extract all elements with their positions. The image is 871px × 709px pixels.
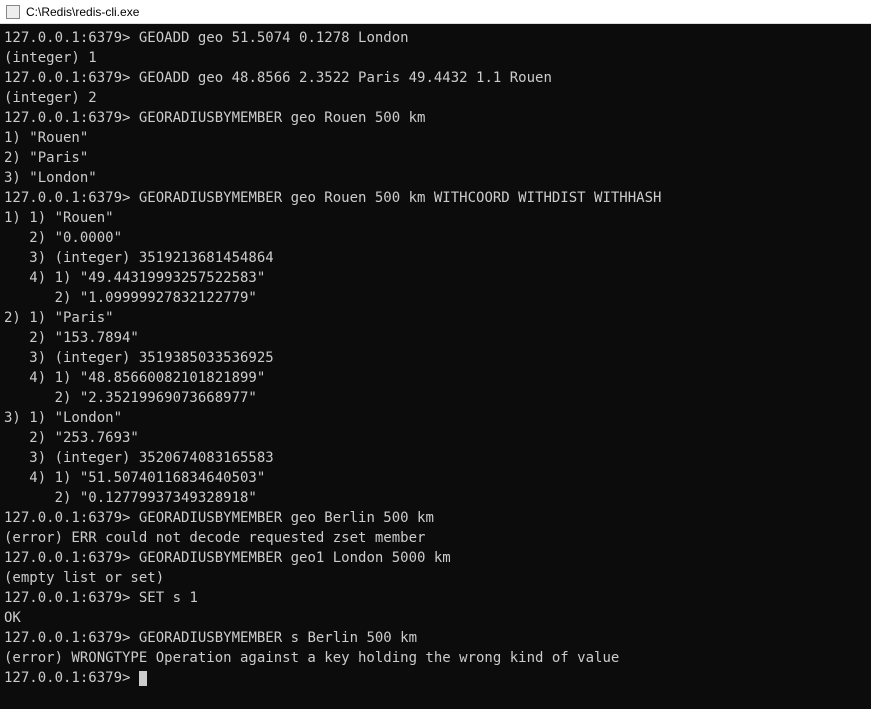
terminal-line: 2) "153.7894" <box>4 328 867 348</box>
prompt: 127.0.0.1:6379> <box>4 590 130 606</box>
terminal-line: 2) "Paris" <box>4 148 867 168</box>
command-text: GEORADIUSBYMEMBER geo Rouen 500 km WITHC… <box>130 190 661 206</box>
terminal-line: 2) "1.09999927832122779" <box>4 288 867 308</box>
terminal-line: 4) 1) "51.50740116834640503" <box>4 468 867 488</box>
terminal-line: 3) (integer) 3519385033536925 <box>4 348 867 368</box>
app-icon <box>6 5 20 19</box>
terminal-line: 3) "London" <box>4 168 867 188</box>
prompt: 127.0.0.1:6379> <box>4 550 130 566</box>
prompt: 127.0.0.1:6379> <box>4 110 130 126</box>
command-text: GEOADD geo 51.5074 0.1278 London <box>130 30 408 46</box>
terminal-line: 2) "0.0000" <box>4 228 867 248</box>
terminal-line: (integer) 1 <box>4 48 867 68</box>
terminal-line: 127.0.0.1:6379> SET s 1 <box>4 588 867 608</box>
terminal-line: 4) 1) "49.44319993257522583" <box>4 268 867 288</box>
command-text: GEORADIUSBYMEMBER geo Berlin 500 km <box>130 510 433 526</box>
terminal-line: 1) "Rouen" <box>4 128 867 148</box>
terminal-line: 127.0.0.1:6379> GEORADIUSBYMEMBER s Berl… <box>4 628 867 648</box>
title-bar: C:\Redis\redis-cli.exe <box>0 0 871 24</box>
prompt: 127.0.0.1:6379> <box>4 630 130 646</box>
prompt: 127.0.0.1:6379> <box>4 70 130 86</box>
command-text <box>130 670 138 686</box>
terminal-line: 127.0.0.1:6379> GEORADIUSBYMEMBER geo1 L… <box>4 548 867 568</box>
terminal-line: 127.0.0.1:6379> <box>4 668 867 688</box>
terminal-line: 4) 1) "48.85660082101821899" <box>4 368 867 388</box>
terminal-line: 2) "253.7693" <box>4 428 867 448</box>
terminal-line: (error) WRONGTYPE Operation against a ke… <box>4 648 867 668</box>
terminal-line: (error) ERR could not decode requested z… <box>4 528 867 548</box>
terminal-line: 127.0.0.1:6379> GEOADD geo 48.8566 2.352… <box>4 68 867 88</box>
terminal-line: 2) 1) "Paris" <box>4 308 867 328</box>
command-text: SET s 1 <box>130 590 197 606</box>
terminal-line: (integer) 2 <box>4 88 867 108</box>
prompt: 127.0.0.1:6379> <box>4 190 130 206</box>
prompt: 127.0.0.1:6379> <box>4 670 130 686</box>
cursor <box>139 671 147 686</box>
command-text: GEORADIUSBYMEMBER geo1 London 5000 km <box>130 550 450 566</box>
prompt: 127.0.0.1:6379> <box>4 30 130 46</box>
terminal-output[interactable]: 127.0.0.1:6379> GEOADD geo 51.5074 0.127… <box>0 24 871 709</box>
terminal-line: 127.0.0.1:6379> GEORADIUSBYMEMBER geo Ro… <box>4 188 867 208</box>
terminal-line: 3) 1) "London" <box>4 408 867 428</box>
window-title: C:\Redis\redis-cli.exe <box>26 5 139 19</box>
command-text: GEOADD geo 48.8566 2.3522 Paris 49.4432 … <box>130 70 551 86</box>
prompt: 127.0.0.1:6379> <box>4 510 130 526</box>
command-text: GEORADIUSBYMEMBER geo Rouen 500 km <box>130 110 425 126</box>
terminal-line: 2) "2.35219969073668977" <box>4 388 867 408</box>
terminal-line: 127.0.0.1:6379> GEORADIUSBYMEMBER geo Be… <box>4 508 867 528</box>
terminal-line: 127.0.0.1:6379> GEORADIUSBYMEMBER geo Ro… <box>4 108 867 128</box>
terminal-line: OK <box>4 608 867 628</box>
command-text: GEORADIUSBYMEMBER s Berlin 500 km <box>130 630 417 646</box>
terminal-line: 3) (integer) 3519213681454864 <box>4 248 867 268</box>
terminal-line: 2) "0.12779937349328918" <box>4 488 867 508</box>
terminal-line: (empty list or set) <box>4 568 867 588</box>
terminal-line: 3) (integer) 3520674083165583 <box>4 448 867 468</box>
terminal-line: 1) 1) "Rouen" <box>4 208 867 228</box>
terminal-line: 127.0.0.1:6379> GEOADD geo 51.5074 0.127… <box>4 28 867 48</box>
